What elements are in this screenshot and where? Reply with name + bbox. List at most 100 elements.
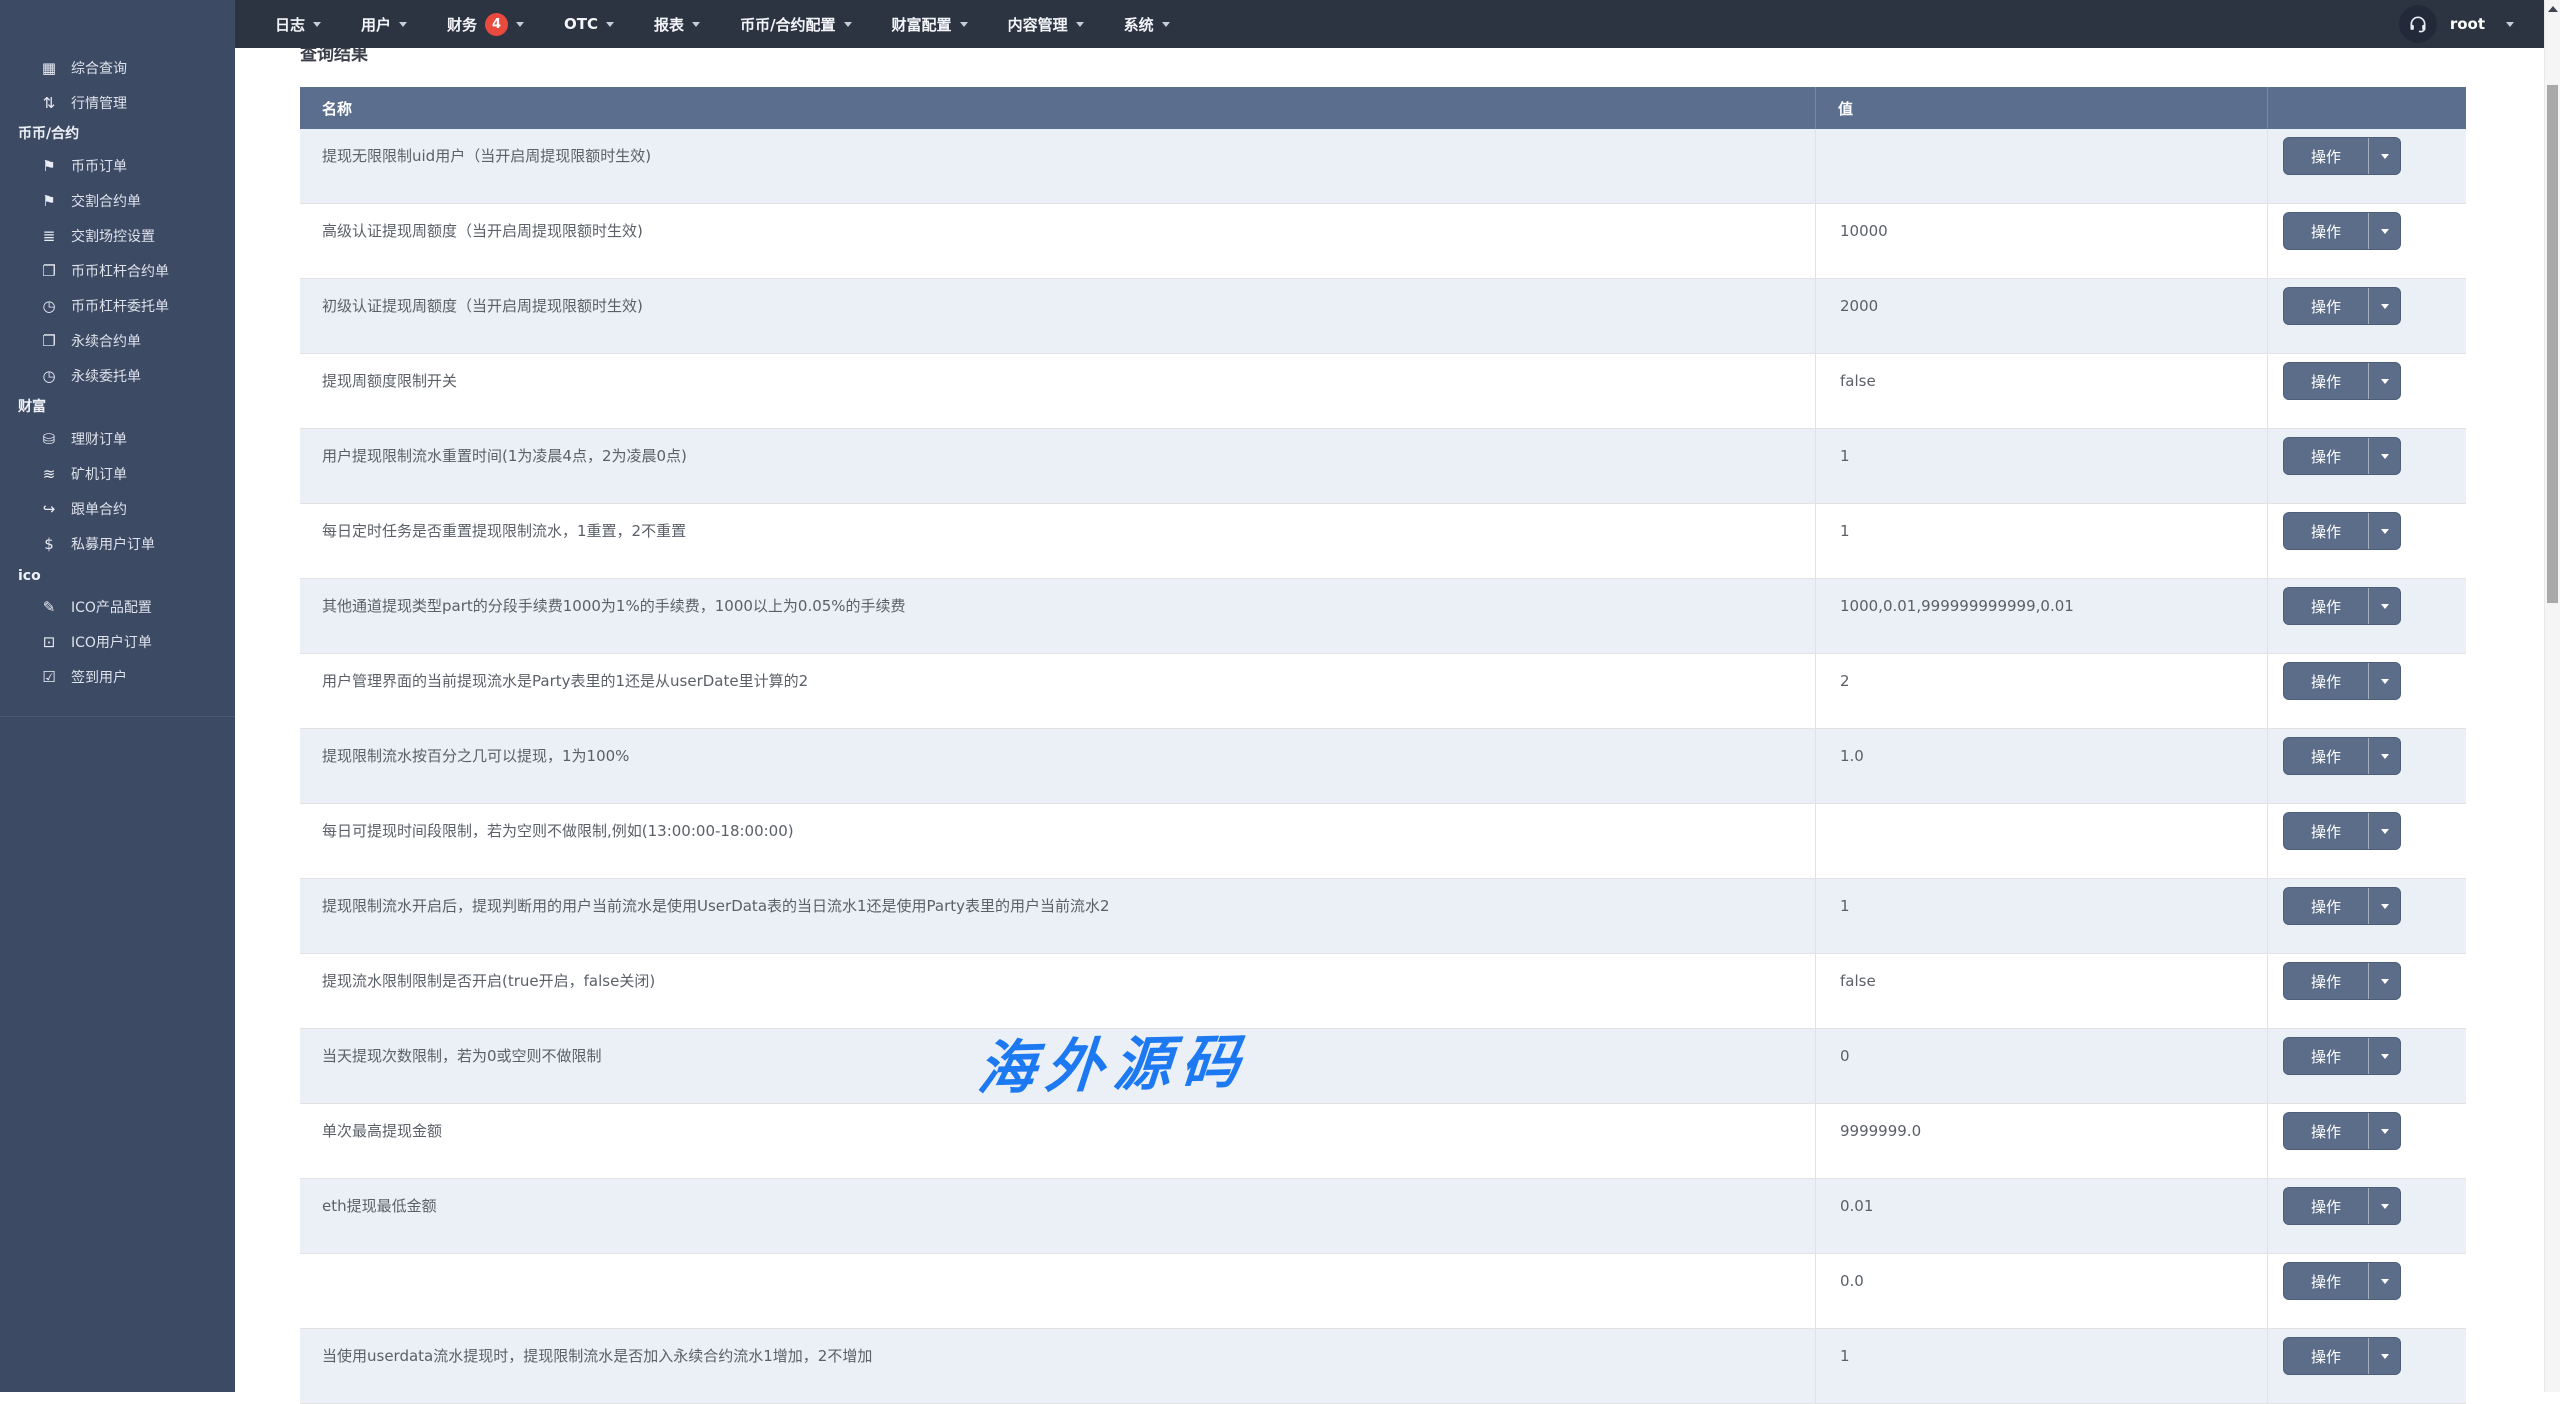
sidebar-item[interactable]: ❐ 币币杠杆合约单 bbox=[0, 253, 235, 288]
sidebar-item[interactable]: ◷ 币币杠杆委托单 bbox=[0, 288, 235, 323]
table-row: 其他通道提现类型part的分段手续费1000为1%的手续费，1000以上为0.0… bbox=[300, 579, 2466, 654]
navbar-menu-label: 财务 bbox=[447, 14, 477, 35]
navbar-menu-item[interactable]: 财务 4 bbox=[427, 0, 544, 48]
action-button[interactable]: 操作 bbox=[2284, 1038, 2368, 1074]
support-button[interactable] bbox=[2399, 5, 2437, 43]
file-edit-icon: ✎ bbox=[38, 598, 60, 616]
row-actions-cell: 操作 bbox=[2267, 954, 2466, 1028]
action-button[interactable]: 操作 bbox=[2284, 588, 2368, 624]
navbar-menu-item[interactable]: 财富配置 bbox=[872, 0, 988, 48]
chevron-down-icon bbox=[2381, 379, 2389, 384]
row-name-cell: 当天提现次数限制，若为0或空则不做限制 bbox=[300, 1029, 1815, 1103]
action-button[interactable]: 操作 bbox=[2284, 1113, 2368, 1149]
action-button[interactable]: 操作 bbox=[2284, 963, 2368, 999]
action-dropdown-toggle[interactable] bbox=[2368, 363, 2400, 399]
action-button[interactable]: 操作 bbox=[2284, 363, 2368, 399]
row-actions-cell: 操作 bbox=[2267, 1029, 2466, 1103]
sidebar-item[interactable]: ⛁ 理财订单 bbox=[0, 421, 235, 456]
table-row: 提现限制流水按百分之几可以提现，1为100% 1.0 操作 bbox=[300, 729, 2466, 804]
action-dropdown-toggle[interactable] bbox=[2368, 513, 2400, 549]
action-button[interactable]: 操作 bbox=[2284, 1188, 2368, 1224]
action-button[interactable]: 操作 bbox=[2284, 213, 2368, 249]
results-table: 名称 值 提现无限限制uid用户（当开启周提现限额时生效) 操作 高级认证提现周… bbox=[300, 87, 2466, 1404]
sidebar-divider bbox=[0, 716, 235, 717]
navbar-menu-item[interactable]: 系统 bbox=[1104, 0, 1190, 48]
bookmark-icon: ⚑ bbox=[38, 192, 60, 210]
row-actions-cell: 操作 bbox=[2267, 654, 2466, 728]
sidebar-item[interactable]: ≋ 矿机订单 bbox=[0, 456, 235, 491]
row-value-cell: false bbox=[1815, 354, 2267, 428]
table-body: 提现无限限制uid用户（当开启周提现限额时生效) 操作 高级认证提现周额度（当开… bbox=[300, 129, 2466, 1404]
action-button-group: 操作 bbox=[2283, 887, 2401, 925]
action-dropdown-toggle[interactable] bbox=[2368, 813, 2400, 849]
table-row: 当使用userdata流水提现时，提现限制流水是否加入永续合约流水1增加，2不增… bbox=[300, 1329, 2466, 1404]
sidebar-item[interactable]: ⇅ 行情管理 bbox=[0, 85, 235, 120]
sidebar-item-label: ICO用户订单 bbox=[71, 632, 152, 652]
sidebar: ▦ 综合查询 ⇅ 行情管理 币币/合约 ⚑ 币币订单 ⚑ 交割合约单 ≣ 交割场… bbox=[0, 0, 235, 1392]
action-dropdown-toggle[interactable] bbox=[2368, 138, 2400, 174]
column-header-value: 值 bbox=[1815, 87, 2267, 129]
navbar-menu-item[interactable]: OTC bbox=[544, 0, 634, 48]
row-name-cell: 提现限制流水按百分之几可以提现，1为100% bbox=[300, 729, 1815, 803]
sidebar-item[interactable]: ✎ ICO产品配置 bbox=[0, 589, 235, 624]
action-dropdown-toggle[interactable] bbox=[2368, 963, 2400, 999]
scrollbar-thumb[interactable] bbox=[2547, 85, 2558, 603]
sidebar-item[interactable]: ≣ 交割场控设置 bbox=[0, 218, 235, 253]
navbar-menu-item[interactable]: 日志 bbox=[255, 0, 341, 48]
navbar-menu-item[interactable]: 用户 bbox=[341, 0, 427, 48]
action-button[interactable]: 操作 bbox=[2284, 738, 2368, 774]
row-name-cell: 提现周额度限制开关 bbox=[300, 354, 1815, 428]
scrollbar-up-arrow[interactable] bbox=[2545, 0, 2560, 17]
action-dropdown-toggle[interactable] bbox=[2368, 1338, 2400, 1374]
row-actions-cell: 操作 bbox=[2267, 129, 2466, 203]
action-button[interactable]: 操作 bbox=[2284, 288, 2368, 324]
row-actions-cell: 操作 bbox=[2267, 1104, 2466, 1178]
action-dropdown-toggle[interactable] bbox=[2368, 1113, 2400, 1149]
action-button[interactable]: 操作 bbox=[2284, 813, 2368, 849]
clipboard-icon: ≣ bbox=[38, 227, 60, 245]
current-user[interactable]: root bbox=[2450, 15, 2485, 33]
action-button[interactable]: 操作 bbox=[2284, 888, 2368, 924]
action-dropdown-toggle[interactable] bbox=[2368, 1038, 2400, 1074]
navbar-menu-item[interactable]: 内容管理 bbox=[988, 0, 1104, 48]
navbar-menu-item[interactable]: 币币/合约配置 bbox=[720, 0, 871, 48]
action-dropdown-toggle[interactable] bbox=[2368, 438, 2400, 474]
sidebar-item[interactable]: ☑ 签到用户 bbox=[0, 659, 235, 694]
chevron-down-icon bbox=[2381, 904, 2389, 909]
action-dropdown-toggle[interactable] bbox=[2368, 663, 2400, 699]
vertical-scrollbar[interactable] bbox=[2544, 0, 2560, 1392]
action-button[interactable]: 操作 bbox=[2284, 1263, 2368, 1299]
action-button[interactable]: 操作 bbox=[2284, 438, 2368, 474]
action-button[interactable]: 操作 bbox=[2284, 663, 2368, 699]
sidebar-item[interactable]: ▦ 综合查询 bbox=[0, 50, 235, 85]
sidebar-item[interactable]: ⚑ 币币订单 bbox=[0, 148, 235, 183]
action-dropdown-toggle[interactable] bbox=[2368, 1263, 2400, 1299]
sidebar-item[interactable]: ⚑ 交割合约单 bbox=[0, 183, 235, 218]
table-row: 提现周额度限制开关 false 操作 bbox=[300, 354, 2466, 429]
action-dropdown-toggle[interactable] bbox=[2368, 738, 2400, 774]
sidebar-item[interactable]: ❐ 永续合约单 bbox=[0, 323, 235, 358]
navbar-menu-item[interactable]: 报表 bbox=[634, 0, 720, 48]
follow-order-icon: ↪ bbox=[38, 500, 60, 518]
row-actions-cell: 操作 bbox=[2267, 504, 2466, 578]
action-button-group: 操作 bbox=[2283, 662, 2401, 700]
action-button[interactable]: 操作 bbox=[2284, 513, 2368, 549]
action-dropdown-toggle[interactable] bbox=[2368, 888, 2400, 924]
action-dropdown-toggle[interactable] bbox=[2368, 588, 2400, 624]
action-dropdown-toggle[interactable] bbox=[2368, 1188, 2400, 1224]
sidebar-item[interactable]: ↪ 跟单合约 bbox=[0, 491, 235, 526]
action-dropdown-toggle[interactable] bbox=[2368, 213, 2400, 249]
action-button[interactable]: 操作 bbox=[2284, 1338, 2368, 1374]
row-name-cell: 提现无限限制uid用户（当开启周提现限额时生效) bbox=[300, 129, 1815, 203]
column-header-name: 名称 bbox=[300, 87, 1815, 129]
sidebar-item[interactable]: ◷ 永续委托单 bbox=[0, 358, 235, 393]
action-button[interactable]: 操作 bbox=[2284, 138, 2368, 174]
navbar-menu-label: 内容管理 bbox=[1008, 14, 1068, 35]
database-icon: ⛁ bbox=[38, 430, 60, 448]
chevron-down-icon[interactable] bbox=[2506, 22, 2514, 27]
sidebar-item-label: 综合查询 bbox=[71, 58, 127, 78]
action-dropdown-toggle[interactable] bbox=[2368, 288, 2400, 324]
row-name-cell: 用户提现限制流水重置时间(1为凌晨4点，2为凌晨0点) bbox=[300, 429, 1815, 503]
sidebar-item[interactable]: ⊡ ICO用户订单 bbox=[0, 624, 235, 659]
sidebar-item[interactable]: $ 私募用户订单 bbox=[0, 526, 235, 561]
